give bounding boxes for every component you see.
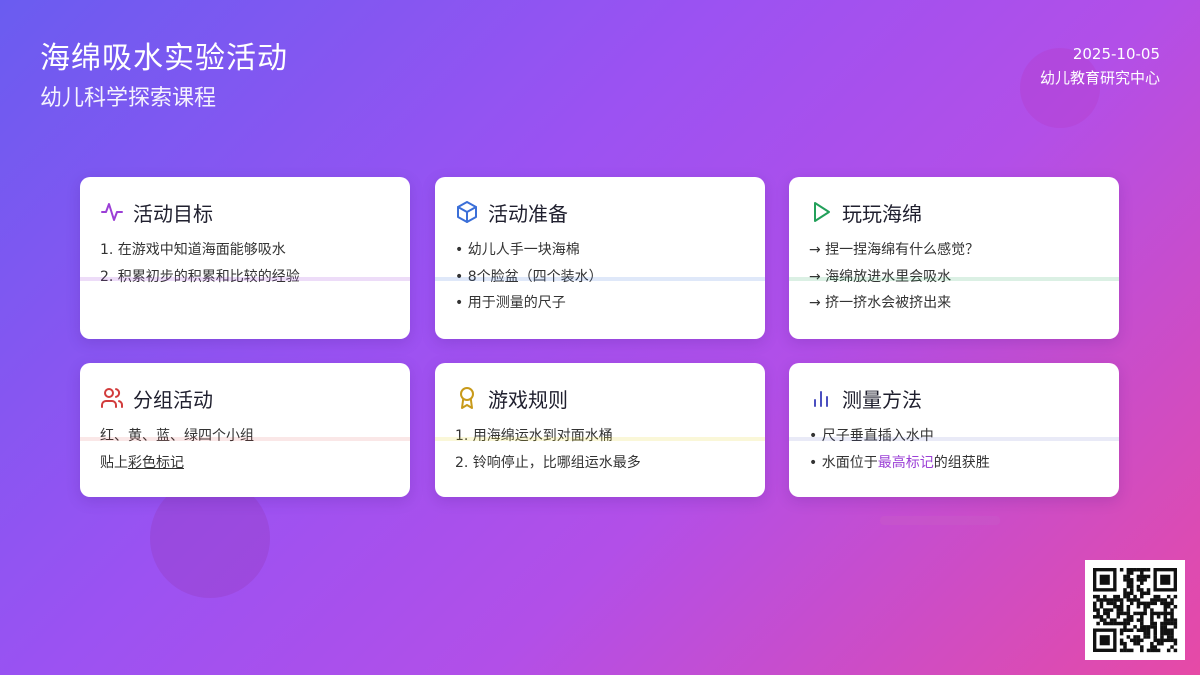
card-header: 活动目标	[100, 199, 390, 226]
page-subtitle: 幼儿科学探索课程	[40, 86, 217, 111]
list-item: 2. 铃响停止，比哪组运水最多	[455, 454, 641, 471]
card-stripe	[435, 437, 765, 441]
qr-code-icon	[1093, 568, 1178, 653]
users-group-icon	[100, 386, 124, 410]
card-game-rules: 游戏规则 1. 用海绵运水到对面水桶 2. 铃响停止，比哪组运水最多	[435, 363, 765, 497]
card-play-sponge: 玩玩海绵 → 捏一捏海绵有什么感觉？ → 海绵放进水里会吸水 → 挤一挤水会被挤…	[789, 177, 1119, 339]
bar-chart-icon	[809, 386, 833, 410]
list-item: • 水面位于最高标记的组获胜	[809, 450, 1099, 477]
list-item: → 捏一捏海绵有什么感觉？	[809, 242, 980, 258]
qr-code[interactable]	[1085, 560, 1185, 660]
card-group-activity: 分组活动 红、黄、蓝、绿四个小组 贴上彩色标记	[80, 363, 410, 497]
page-header: 海绵吸水实验活动 幼儿科学探索课程	[40, 40, 288, 114]
card-stripe	[80, 437, 410, 441]
card-header: 游戏规则	[455, 385, 745, 412]
page-title: 海绵吸水实验活动	[40, 41, 288, 76]
card-title: 活动准备	[488, 201, 568, 226]
decor-bar	[880, 516, 1000, 525]
list-item: 1. 在游戏中知道海面能够吸水	[100, 242, 286, 258]
card-title: 活动目标	[133, 201, 213, 226]
cube-box-icon	[455, 200, 479, 224]
organization-text: 幼儿教育研究中心	[1039, 69, 1160, 87]
list-item: • 用于测量的尺子	[455, 295, 566, 311]
card-header: 活动准备	[455, 199, 745, 226]
activity-pulse-icon	[100, 200, 124, 224]
date-text: 2025-10-05	[1072, 45, 1160, 63]
list-item: 贴上彩色标记	[100, 450, 390, 477]
card-title: 游戏规则	[488, 387, 568, 412]
award-medal-icon	[455, 386, 479, 410]
text-segment: 的组获胜	[933, 454, 990, 471]
highlighted-text: 最高标记	[877, 454, 934, 471]
card-activity-goals: 活动目标 1. 在游戏中知道海面能够吸水 2. 积累初步的积累和比较的经验	[80, 177, 410, 339]
card-activity-prep: 活动准备 • 幼儿人手一块海棉 • 8个脸盆（四个装水） • 用于测量的尺子	[435, 177, 765, 339]
card-stripe	[789, 437, 1119, 441]
card-header: 测量方法	[809, 385, 1099, 412]
text-segment: • 水面位于	[809, 454, 878, 471]
card-stripe	[435, 277, 765, 281]
card-stripe	[80, 277, 410, 281]
card-header: 玩玩海绵	[809, 199, 1099, 226]
card-header: 分组活动	[100, 385, 390, 412]
list-item: → 挤一挤水会被挤出来	[809, 295, 952, 311]
card-body: 红、黄、蓝、绿四个小组 贴上彩色标记	[100, 423, 390, 476]
underlined-text: 彩色标记	[128, 454, 184, 471]
card-body: 1. 用海绵运水到对面水桶 2. 铃响停止，比哪组运水最多	[455, 423, 745, 476]
card-title: 分组活动	[133, 387, 213, 412]
card-title: 测量方法	[842, 387, 922, 412]
card-body: • 尺子垂直插入水中 • 水面位于最高标记的组获胜	[809, 423, 1099, 476]
card-title: 玩玩海绵	[842, 201, 922, 226]
list-item: • 幼儿人手一块海棉	[455, 242, 580, 258]
card-measure-method: 测量方法 • 尺子垂直插入水中 • 水面位于最高标记的组获胜	[789, 363, 1119, 497]
play-triangle-icon	[809, 200, 833, 224]
page-meta: 2025-10-05 幼儿教育研究中心	[1040, 42, 1160, 90]
card-stripe	[789, 277, 1119, 281]
text-segment: 贴上	[100, 454, 128, 471]
card-body: 1. 在游戏中知道海面能够吸水 2. 积累初步的积累和比较的经验	[100, 237, 390, 290]
